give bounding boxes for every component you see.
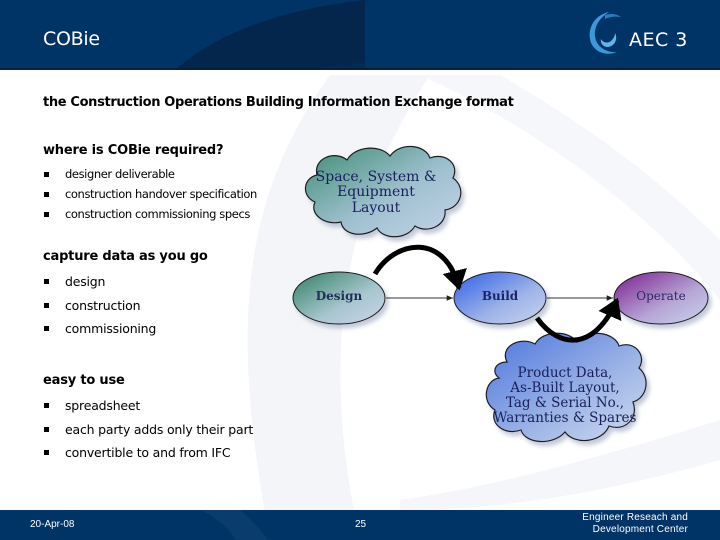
stage-build-label: Build	[481, 289, 519, 303]
bullet-item: design	[43, 270, 156, 294]
bullet-square-icon	[44, 172, 49, 177]
bullet-list-where-required: designer deliverable construction handov…	[43, 164, 257, 224]
bullet-item: construction handover specification	[43, 184, 257, 204]
section-heading-capture-data: capture data as you go	[43, 249, 208, 264]
bullet-square-icon	[44, 192, 49, 197]
slide-footer: 20-Apr-08 25 Engineer Reseach and Develo…	[0, 510, 720, 540]
bullet-item: spreadsheet	[43, 394, 253, 418]
bullet-square-icon	[44, 212, 49, 217]
bullet-list-capture-data: design construction commissioning	[43, 270, 156, 341]
bullet-item: construction commissioning specs	[43, 204, 257, 224]
stage-operate-label: Operate	[636, 289, 686, 303]
section-heading-where-required: where is COBie required?	[43, 143, 224, 158]
bullet-square-icon	[44, 326, 49, 331]
bullet-square-icon	[44, 302, 49, 308]
bullet-square-icon	[44, 426, 49, 432]
bullet-item: commissioning	[43, 317, 156, 341]
bullet-square-icon	[44, 450, 49, 455]
slide-subtitle: the Construction Operations Building Inf…	[43, 95, 514, 110]
footer-date: 20-Apr-08	[30, 519, 75, 530]
bullet-square-icon	[44, 279, 49, 284]
bullet-item: construction	[43, 294, 156, 318]
cloud-top-label: Space, System & Equipment Layout	[315, 169, 437, 216]
cloud-bottom-label: Product Data, As-Built Layout, Tag & Ser…	[493, 365, 637, 426]
bullet-item: convertible to and from IFC	[43, 441, 253, 465]
bullet-item: designer deliverable	[43, 164, 257, 184]
lifecycle-diagram: Space, System & Equipment Layout Product…	[285, 140, 720, 475]
bullet-square-icon	[44, 403, 49, 408]
stage-design-label: Design	[315, 289, 363, 303]
footer-organization: Engineer Reseach and Development Center	[582, 512, 688, 535]
page-number: 25	[355, 519, 367, 530]
bullet-item: each party adds only their part	[43, 418, 253, 442]
flow-design-build-arc-arrow	[372, 244, 467, 291]
section-heading-easy-to-use: easy to use	[43, 373, 125, 388]
bullet-list-easy-to-use: spreadsheet each party adds only their p…	[43, 394, 253, 465]
